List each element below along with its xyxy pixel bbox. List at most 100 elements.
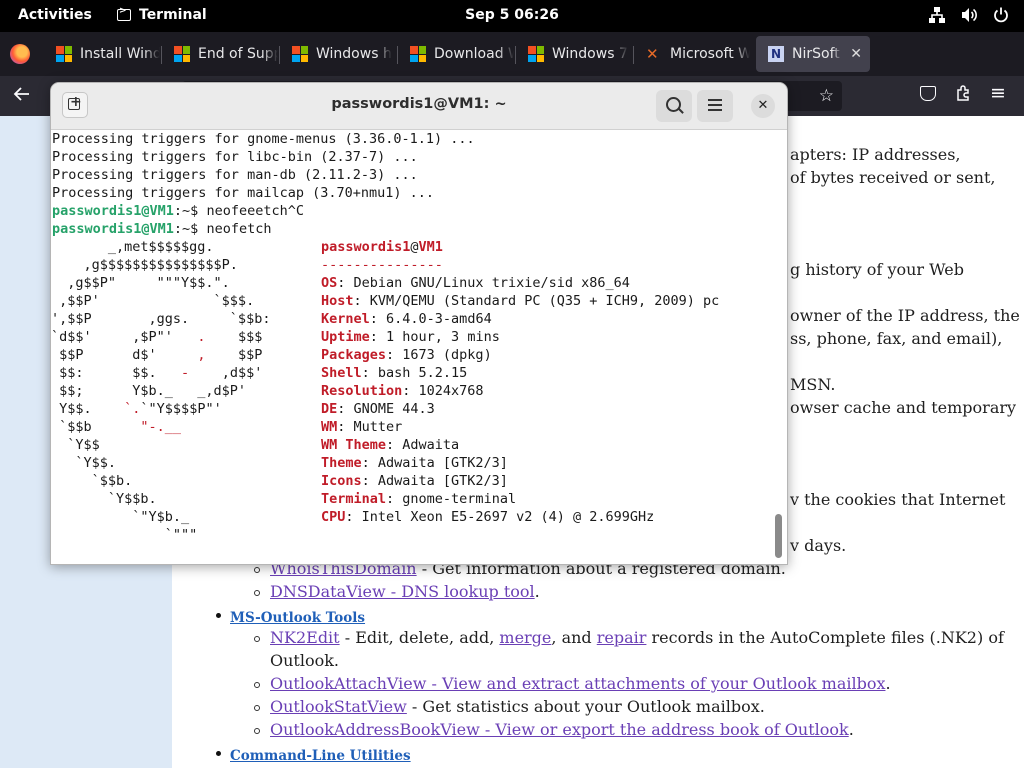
hamburger-menu-icon xyxy=(708,99,722,101)
output-line: Processing triggers for libc-bin (2.37-7… xyxy=(52,149,418,165)
terminal-menu-button[interactable] xyxy=(697,90,733,122)
terminal-scrollbar[interactable] xyxy=(775,514,782,558)
activities-button[interactable]: Activities xyxy=(18,7,92,23)
output-line: Processing triggers for man-db (2.11.2-3… xyxy=(52,167,418,183)
terminal-output[interactable]: Processing triggers for gnome-menus (3.3… xyxy=(51,130,787,564)
list-item: OutlookAddressBookView - View or export … xyxy=(270,720,854,739)
text-fragment: v the cookies that Internet xyxy=(790,490,1006,509)
debian-ascii-logo: _,met$$$$$gg. ,g$$$$$$$$$$$$$$$P. ,g$$P"… xyxy=(51,239,271,543)
tab-download-windows[interactable]: Download W xyxy=(398,36,514,72)
tab-label: Install Wind xyxy=(80,46,160,62)
tab-label: Download W xyxy=(434,46,514,62)
info-host: Host: KVM/QEMU (Standard PC (Q35 + ICH9,… xyxy=(321,293,720,309)
terminal-window[interactable]: passwordis1@VM1: ~ ✕ Processing triggers… xyxy=(50,82,788,565)
tab-label: NirSoft - xyxy=(792,46,842,62)
bookmark-star-icon[interactable]: ☆ xyxy=(819,86,834,106)
repair-link[interactable]: repair xyxy=(597,628,647,647)
list-bullet xyxy=(254,728,260,734)
info-kernel: Kernel: 6.4.0-3-amd64 xyxy=(321,311,492,327)
text-fragment: of bytes received or sent, xyxy=(790,168,996,187)
tab-install-windows[interactable]: Install Wind xyxy=(44,36,160,72)
info-cpu: CPU: Intel Xeon E5-2697 v2 (4) @ 2.699GH… xyxy=(321,509,655,525)
system-menu[interactable] xyxy=(928,6,1010,24)
terminal-header-bar[interactable]: passwordis1@VM1: ~ ✕ xyxy=(51,83,787,130)
terminal-icon xyxy=(117,6,131,21)
pocket-icon[interactable] xyxy=(920,86,936,101)
firefox-icon[interactable] xyxy=(10,44,30,64)
tab-nirsoft[interactable]: N NirSoft - ✕ xyxy=(756,36,870,72)
gnome-top-bar: Activities Terminal Sep 5 06:26 xyxy=(0,0,1024,32)
command-text: neofetch xyxy=(206,221,272,237)
section-heading: MS-Outlook Tools xyxy=(230,607,365,626)
info-theme: Theme: Adwaita [GTK2/3] xyxy=(321,455,508,471)
outlookstatview-link[interactable]: OutlookStatView xyxy=(270,697,407,716)
microsoft-icon: ✕ xyxy=(646,45,659,63)
text-fragment: g history of your Web xyxy=(790,260,964,279)
info-wm: WM: Mutter xyxy=(321,419,403,435)
nk2edit-link[interactable]: NK2Edit xyxy=(270,628,340,647)
volume-icon xyxy=(960,6,978,24)
section-bullet xyxy=(216,751,221,756)
output-line: Processing triggers for mailcap (3.70+nm… xyxy=(52,185,435,201)
tab-label: Windows 7 xyxy=(552,46,628,62)
list-item: OutlookAttachView - View and extract att… xyxy=(270,674,891,693)
text-fragment: MSN. xyxy=(790,375,836,394)
dnsdataview-link[interactable]: DNSDataView - DNS lookup tool xyxy=(270,582,535,601)
windows-icon xyxy=(292,46,308,62)
tab-label: End of Supp xyxy=(198,46,278,62)
text-fragment: v days. xyxy=(790,536,847,555)
terminal-close-button[interactable]: ✕ xyxy=(751,94,775,118)
tab-end-of-support[interactable]: End of Supp xyxy=(162,36,278,72)
clock[interactable]: Sep 5 06:26 xyxy=(465,7,559,23)
tab-windows-7[interactable]: Windows 7 xyxy=(516,36,632,72)
tab-close-icon[interactable]: ✕ xyxy=(850,46,862,62)
list-bullet xyxy=(254,636,260,642)
search-icon xyxy=(666,97,681,112)
power-icon xyxy=(992,6,1010,24)
nirsoft-icon: N xyxy=(768,46,784,62)
output-line: Processing triggers for gnome-menus (3.3… xyxy=(52,131,475,147)
text-fragment: owser cache and temporary xyxy=(790,398,1017,417)
windows-icon xyxy=(528,46,544,62)
user-host: passwordis1@VM1 xyxy=(321,239,443,255)
info-os: OS: Debian GNU/Linux trixie/sid x86_64 xyxy=(321,275,630,291)
app-menu-hamburger-icon[interactable]: ≡ xyxy=(990,82,1006,104)
tab-windows-h[interactable]: Windows h xyxy=(280,36,396,72)
tab-microsoft[interactable]: ✕ Microsoft W xyxy=(634,36,750,72)
text-fragment: ss, phone, fax, and email), xyxy=(790,329,1003,348)
section-heading: Command-Line Utilities xyxy=(230,745,411,764)
info-wm-theme: WM Theme: Adwaita xyxy=(321,437,460,453)
tab-label: Microsoft W xyxy=(670,46,750,62)
info-icons: Icons: Adwaita [GTK2/3] xyxy=(321,473,508,489)
terminal-search-button[interactable] xyxy=(656,90,692,122)
windows-icon xyxy=(56,46,72,62)
info-de: DE: GNOME 44.3 xyxy=(321,401,435,417)
command-line-utilities-link[interactable]: Command-Line Utilities xyxy=(230,748,411,764)
text-fragment: owner of the IP address, the xyxy=(790,306,1020,325)
ms-outlook-tools-link[interactable]: MS-Outlook Tools xyxy=(230,610,365,626)
outlookattachview-link[interactable]: OutlookAttachView - View and extract att… xyxy=(270,674,885,693)
app-name: Terminal xyxy=(139,7,207,23)
list-bullet xyxy=(254,705,260,711)
windows-icon xyxy=(410,46,426,62)
prompt-line: passwordis1@VM1:~$ neofeeetch^C xyxy=(52,203,304,219)
list-bullet xyxy=(254,590,260,596)
prompt-line: passwordis1@VM1:~$ neofetch xyxy=(52,221,272,237)
network-icon xyxy=(928,6,946,24)
list-bullet xyxy=(254,682,260,688)
list-item: DNSDataView - DNS lookup tool. xyxy=(270,582,540,601)
browser-tab-bar: Install Wind End of Supp Windows h Downl… xyxy=(0,32,1024,100)
outlookaddressbookview-link[interactable]: OutlookAddressBookView - View or export … xyxy=(270,720,849,739)
section-bullet xyxy=(216,613,221,618)
back-arrow-icon[interactable] xyxy=(12,84,32,109)
info-resolution: Resolution: 1024x768 xyxy=(321,383,484,399)
info-packages: Packages: 1673 (dpkg) xyxy=(321,347,492,363)
app-menu[interactable]: Terminal xyxy=(117,6,207,23)
merge-link[interactable]: merge xyxy=(499,628,551,647)
tab-label: Windows h xyxy=(316,46,392,62)
system-info: passwordis1@VM1 --------------- OS: Debian… xyxy=(321,238,719,526)
extensions-puzzle-icon[interactable] xyxy=(955,84,973,107)
list-bullet xyxy=(254,567,260,573)
list-item-continuation: Outlook. xyxy=(270,651,340,670)
windows-icon xyxy=(174,46,190,62)
